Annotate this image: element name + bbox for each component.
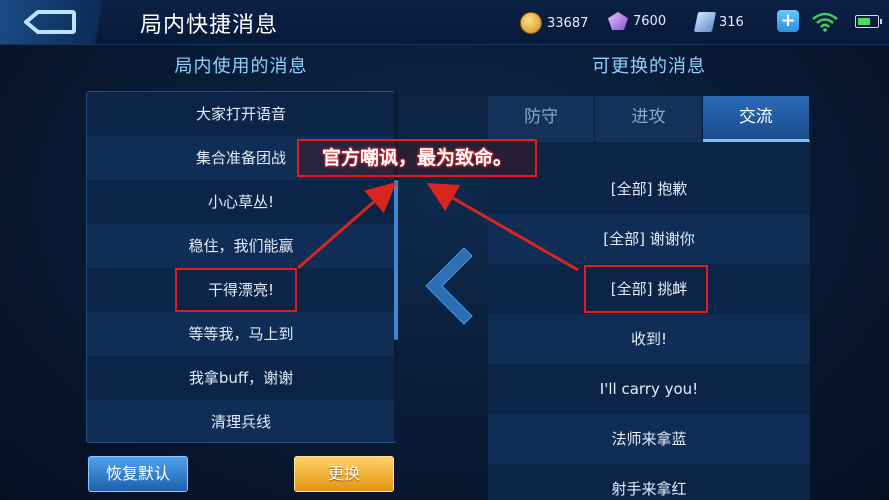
top-bar — [0, 0, 889, 45]
list-item[interactable]: 等等我，马上到 — [87, 312, 395, 356]
replaceable-message-list: [全部] 抱歉 [全部] 谢谢你 [全部] 挑衅 收到! I'll carry … — [488, 142, 810, 500]
back-button[interactable] — [0, 0, 120, 44]
wifi-icon — [812, 12, 838, 32]
replace-button[interactable]: 更换 — [294, 456, 394, 492]
battery-icon — [855, 15, 882, 28]
gold-coin-icon — [520, 12, 542, 34]
annotation-caption: 官方嘲讽，最为致命。 — [297, 139, 537, 177]
voucher-resource: 316 — [693, 12, 744, 32]
chevron-left-icon — [425, 247, 473, 325]
highlight-box-left — [175, 268, 297, 312]
page-title: 局内快捷消息 — [140, 13, 279, 38]
list-item[interactable]: 我拿buff，谢谢 — [87, 356, 395, 400]
gold-amount: 33687 — [547, 15, 589, 31]
list-item[interactable]: 射手来拿红 — [488, 464, 810, 500]
diamond-icon — [608, 12, 628, 30]
voucher-amount: 316 — [719, 14, 744, 30]
list-item[interactable]: 法师来拿蓝 — [488, 414, 810, 464]
list-item[interactable]: 大家打开语音 — [87, 92, 395, 136]
list-item[interactable]: [全部] 谢谢你 — [488, 214, 810, 264]
list-item[interactable]: 清理兵线 — [87, 400, 395, 442]
recharge-plus-icon[interactable]: + — [777, 10, 799, 32]
list-item[interactable]: 稳住，我们能赢 — [87, 224, 395, 268]
left-scrollbar-thumb[interactable] — [394, 180, 398, 340]
list-item[interactable]: 小心草丛! — [87, 180, 395, 224]
diamond-amount: 7600 — [633, 13, 667, 29]
restore-default-button[interactable]: 恢复默认 — [88, 456, 188, 492]
right-section-title: 可更换的消息 — [592, 56, 706, 77]
highlight-box-right — [584, 265, 708, 313]
tab-communication[interactable]: 交流 — [702, 96, 810, 142]
diamond-resource: 7600 — [608, 12, 666, 30]
list-item[interactable]: 收到! — [488, 314, 810, 364]
category-tabs: 防守 进攻 交流 — [488, 96, 810, 142]
back-arrow-icon — [24, 10, 76, 34]
list-item[interactable]: I'll carry you! — [488, 364, 810, 414]
left-section-title: 局内使用的消息 — [174, 56, 308, 77]
tab-defense[interactable]: 防守 — [488, 96, 596, 142]
voucher-icon — [693, 12, 717, 32]
tab-attack[interactable]: 进攻 — [595, 96, 703, 142]
gold-resource: 33687 — [520, 12, 588, 34]
